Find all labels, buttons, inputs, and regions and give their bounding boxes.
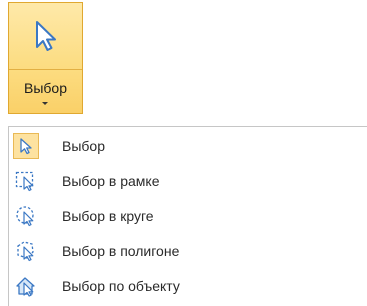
object-select-icon — [13, 273, 39, 299]
stage: Выбор Выбор Выбор в рамке Выбор в круге … — [0, 0, 367, 306]
menu-item-label: Выбор — [62, 138, 105, 154]
menu-item-label: Выбор в рамке — [62, 173, 160, 189]
menu-item-select-circle[interactable]: Выбор в круге — [11, 200, 366, 232]
menu-item-select-by-object[interactable]: Выбор по объекту — [11, 270, 366, 302]
select-button-dropdown[interactable]: Выбор — [9, 70, 82, 113]
arrow-select-icon — [13, 133, 39, 159]
polygon-select-icon — [13, 238, 39, 264]
cursor-arrow-icon — [29, 19, 63, 53]
menu-item-label: Выбор в круге — [62, 208, 154, 224]
select-mode-menu: Выбор Выбор в рамке Выбор в круге Выбор … — [8, 126, 367, 306]
menu-item-select-polygon[interactable]: Выбор в полигоне — [11, 235, 366, 267]
circle-select-icon — [13, 203, 39, 229]
menu-item-label: Выбор в полигоне — [62, 243, 180, 259]
menu-item-select-rectangle[interactable]: Выбор в рамке — [11, 165, 366, 197]
select-split-button[interactable]: Выбор — [8, 2, 83, 114]
chevron-down-icon — [42, 102, 48, 105]
menu-item-select[interactable]: Выбор — [11, 130, 366, 162]
select-button-main[interactable] — [9, 3, 82, 69]
menu-item-label: Выбор по объекту — [62, 278, 180, 294]
select-button-label: Выбор — [24, 80, 67, 96]
rectangle-select-icon — [13, 168, 39, 194]
